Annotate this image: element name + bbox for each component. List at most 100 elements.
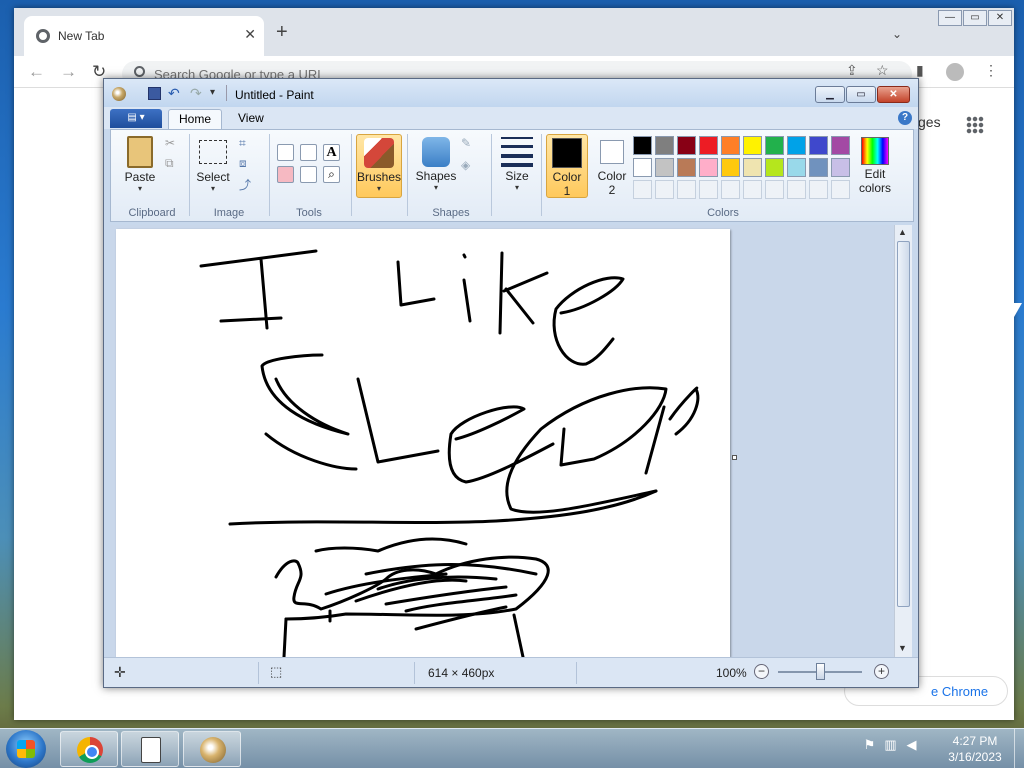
share-icon[interactable]: ⇪ — [846, 62, 858, 79]
cut-icon[interactable]: ✂ — [165, 136, 182, 153]
paint-app-icon[interactable] — [112, 87, 126, 101]
palette-swatch[interactable] — [743, 180, 762, 199]
chrome-new-tab-button[interactable]: + — [276, 22, 288, 42]
color-2-button[interactable]: Color 2 — [591, 134, 633, 198]
paint-close-button[interactable]: ✕ — [877, 86, 910, 103]
chrome-tab-search-icon[interactable]: ⌄ — [892, 27, 902, 41]
tab-view[interactable]: View — [228, 109, 274, 129]
palette-swatch[interactable] — [677, 136, 696, 155]
customize-qat-icon[interactable]: ▾ — [210, 87, 223, 100]
scrollbar-thumb[interactable] — [897, 241, 910, 607]
zoom-in-button[interactable]: + — [874, 664, 889, 679]
bookmark-star-icon[interactable]: ☆ — [876, 62, 889, 79]
shapes-button[interactable]: Shapes ▾ — [413, 134, 459, 192]
taskbar-solitaire-button[interactable] — [121, 731, 179, 767]
network-icon[interactable]: ▥ — [883, 737, 898, 752]
palette-swatch[interactable] — [633, 136, 652, 155]
system-clock[interactable]: 4:27 PM 3/16/2023 — [940, 733, 1010, 765]
paint-file-menu-button[interactable]: ▤ ▾ — [110, 109, 162, 128]
palette-swatch[interactable] — [787, 136, 806, 155]
back-arrow-icon[interactable]: ← — [28, 62, 45, 82]
palette-swatch[interactable] — [677, 180, 696, 199]
palette-swatch[interactable] — [655, 180, 674, 199]
paint-minimize-button[interactable]: ▁ — [815, 86, 845, 103]
side-panel-icon[interactable]: ▮ — [916, 62, 924, 79]
start-button[interactable] — [6, 730, 46, 768]
palette-swatch[interactable] — [831, 136, 850, 155]
drawing-canvas[interactable] — [116, 229, 730, 657]
chrome-close-button[interactable]: ✕ — [988, 10, 1012, 26]
redo-icon[interactable]: ↷ — [190, 86, 203, 100]
taskbar-paint-button[interactable] — [183, 731, 241, 767]
scroll-up-icon[interactable]: ▲ — [898, 227, 907, 237]
chrome-maximize-button[interactable]: ▭ — [963, 10, 987, 26]
resize-icon[interactable]: ⧈ — [239, 156, 256, 173]
rotate-icon[interactable]: ⤴ — [239, 176, 256, 193]
zoom-out-button[interactable]: − — [754, 664, 769, 679]
group-separator — [269, 134, 270, 216]
status-divider — [576, 662, 577, 684]
palette-swatch[interactable] — [721, 158, 740, 177]
palette-swatch[interactable] — [809, 136, 828, 155]
color-1-button[interactable]: Color 1 — [546, 134, 588, 198]
chrome-menu-icon[interactable]: ⋮ — [984, 62, 998, 79]
palette-swatch[interactable] — [765, 158, 784, 177]
magnifier-icon[interactable]: ⌕ — [323, 166, 340, 183]
eraser-icon[interactable] — [277, 166, 294, 183]
palette-swatch[interactable] — [699, 180, 718, 199]
palette-swatch[interactable] — [809, 180, 828, 199]
show-desktop-button[interactable] — [1014, 729, 1024, 768]
fill-bucket-icon[interactable] — [300, 144, 317, 161]
google-apps-icon[interactable] — [966, 116, 984, 134]
action-center-icon[interactable]: ⚑ — [862, 737, 877, 752]
zoom-slider-thumb[interactable] — [816, 663, 825, 680]
tab-home[interactable]: Home — [168, 109, 223, 129]
volume-icon[interactable]: ◀ — [904, 737, 919, 752]
scroll-down-icon[interactable]: ▼ — [898, 643, 907, 653]
paste-button[interactable]: Paste ▾ — [117, 134, 163, 193]
palette-swatch[interactable] — [633, 158, 652, 177]
palette-swatch[interactable] — [655, 158, 674, 177]
palette-swatch[interactable] — [699, 136, 718, 155]
select-button[interactable]: Select ▾ — [193, 134, 233, 193]
brushes-button[interactable]: Brushes ▾ — [356, 134, 402, 198]
palette-swatch[interactable] — [655, 136, 674, 155]
profile-avatar-icon[interactable] — [946, 63, 964, 81]
taskbar-chrome-button[interactable] — [60, 731, 118, 767]
palette-swatch[interactable] — [699, 158, 718, 177]
palette-swatch[interactable] — [787, 158, 806, 177]
crop-icon[interactable]: ⌗ — [239, 136, 256, 153]
undo-icon[interactable]: ↶ — [168, 86, 181, 100]
outline-icon[interactable]: ✎ — [461, 136, 478, 153]
text-tool-icon[interactable]: A — [323, 144, 340, 161]
paint-titlebar[interactable]: ↶ ↷ ▾ Untitled - Paint ▁ ▭ ✕ — [104, 79, 918, 107]
palette-swatch[interactable] — [765, 180, 784, 199]
chrome-minimize-button[interactable]: — — [938, 10, 962, 26]
palette-swatch[interactable] — [743, 136, 762, 155]
palette-swatch[interactable] — [831, 158, 850, 177]
canvas-resize-handle[interactable] — [732, 455, 737, 460]
help-icon[interactable]: ? — [898, 111, 912, 125]
palette-swatch[interactable] — [787, 180, 806, 199]
fill-icon[interactable]: ◈ — [461, 158, 478, 175]
palette-swatch[interactable] — [831, 180, 850, 199]
palette-swatch[interactable] — [721, 180, 740, 199]
palette-swatch[interactable] — [721, 136, 740, 155]
vertical-scrollbar[interactable]: ▲ ▼ — [894, 225, 912, 657]
edit-colors-button[interactable]: Edit colors — [855, 134, 895, 195]
images-link[interactable]: ges — [918, 114, 941, 130]
size-button[interactable]: Size ▾ — [497, 134, 537, 192]
palette-swatch[interactable] — [809, 158, 828, 177]
palette-swatch[interactable] — [633, 180, 652, 199]
palette-swatch[interactable] — [677, 158, 696, 177]
save-icon[interactable] — [148, 87, 161, 100]
paint-maximize-button[interactable]: ▭ — [846, 86, 876, 103]
pencil-icon[interactable] — [277, 144, 294, 161]
palette-swatch[interactable] — [743, 158, 762, 177]
forward-arrow-icon[interactable]: → — [60, 62, 77, 82]
chrome-tab-new-tab[interactable]: New Tab ✕ — [24, 16, 264, 56]
palette-swatch[interactable] — [765, 136, 784, 155]
color-picker-icon[interactable] — [300, 166, 317, 183]
copy-icon[interactable]: ⧉ — [165, 156, 182, 173]
chrome-tab-close-icon[interactable]: ✕ — [244, 26, 256, 43]
